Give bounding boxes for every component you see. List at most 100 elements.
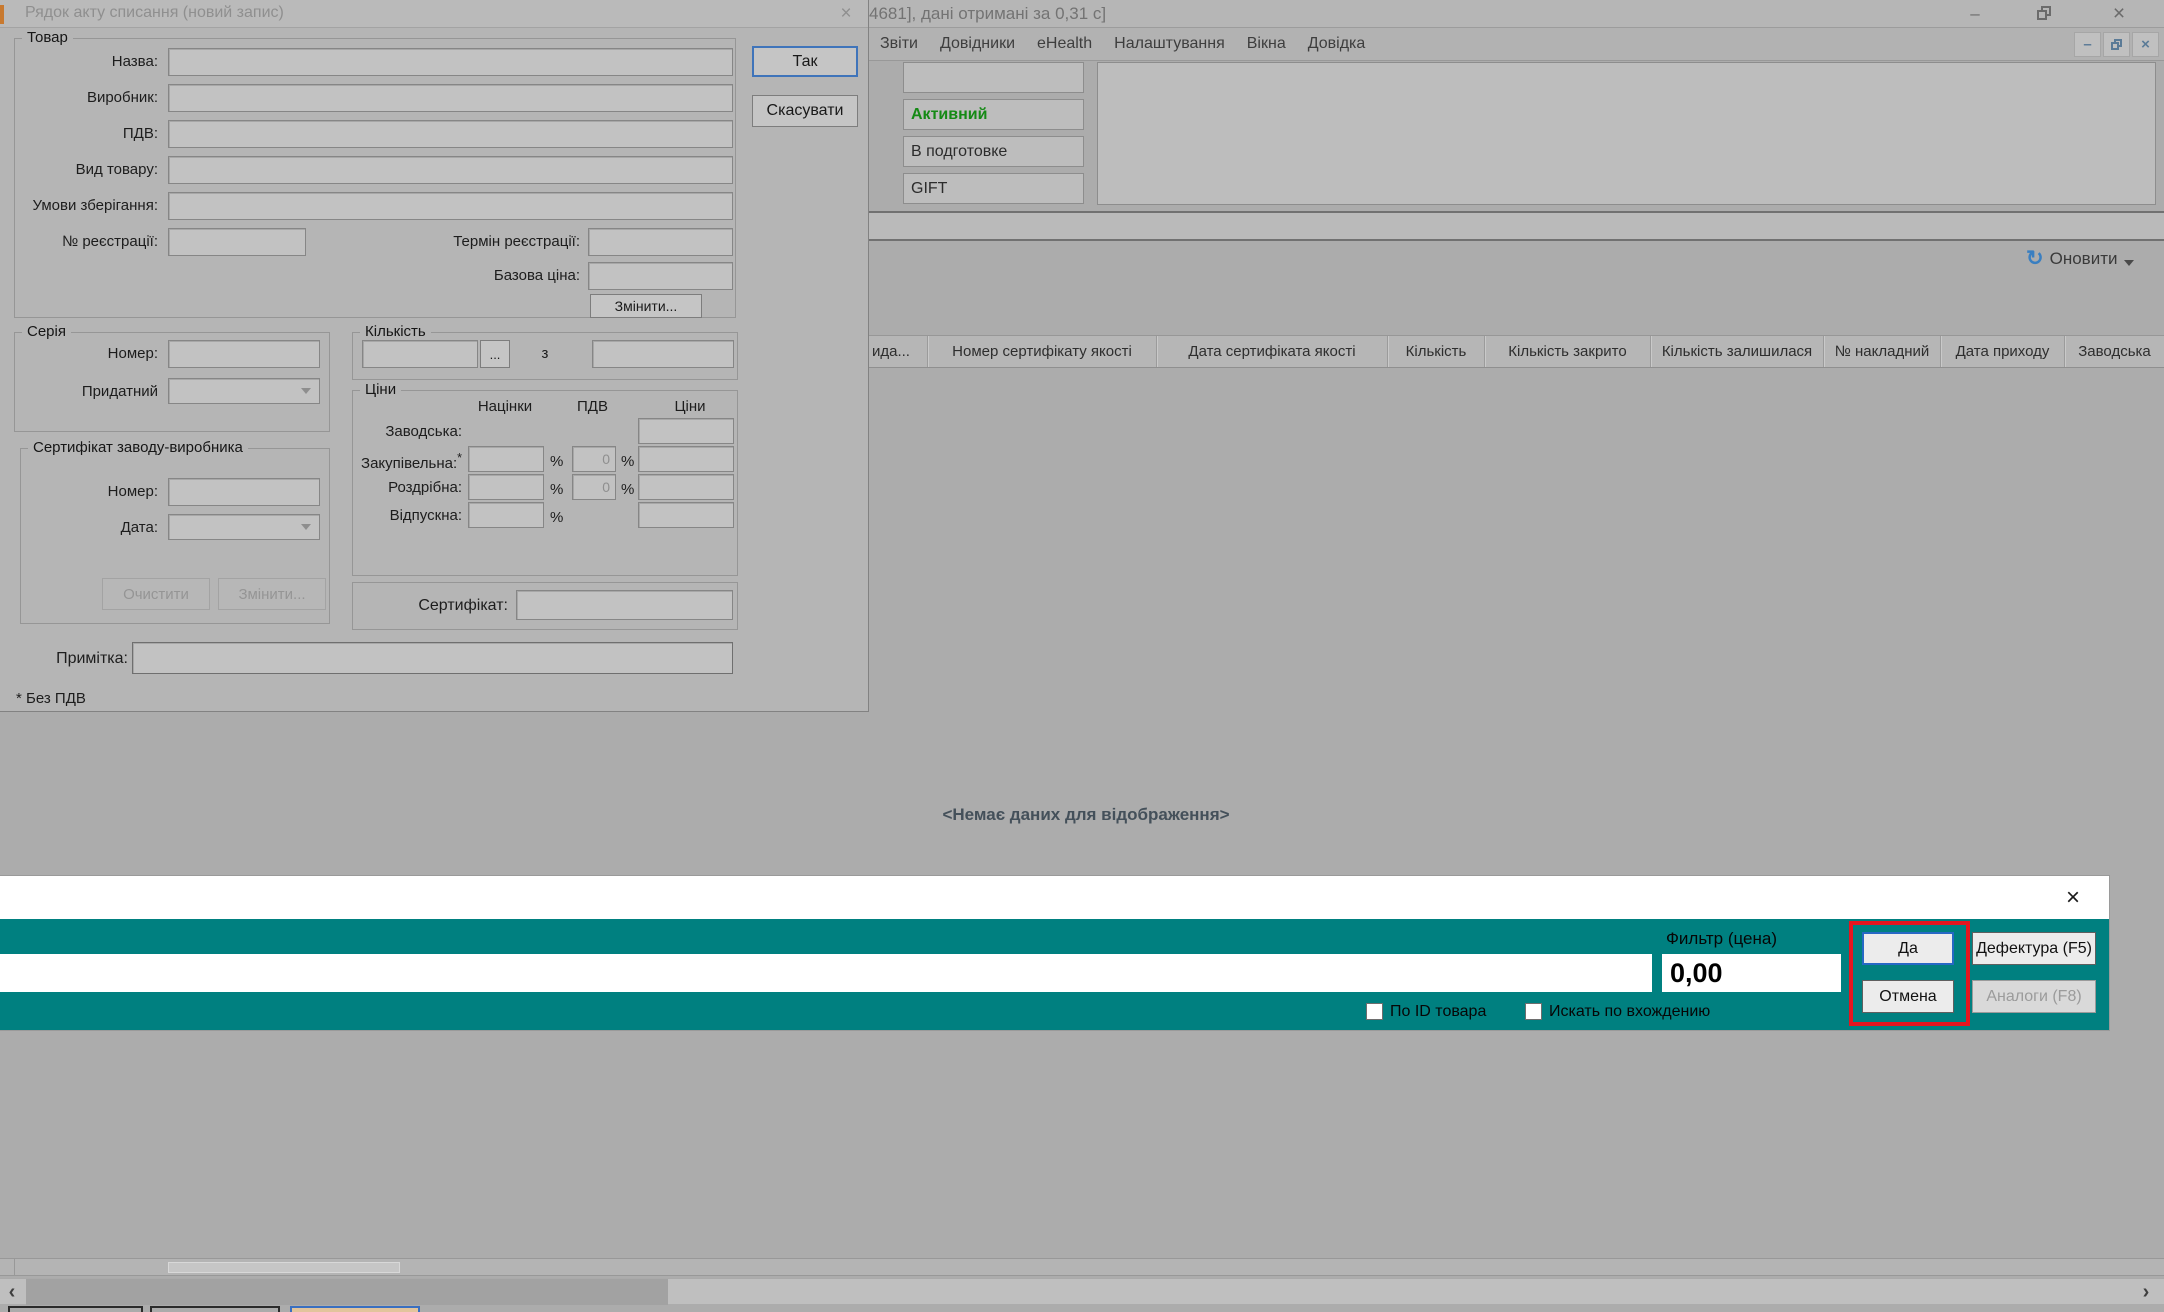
partial-button-2[interactable] <box>150 1306 280 1312</box>
mdi-restore-glyph <box>2111 39 2122 50</box>
purchase-vat-input[interactable]: 0 <box>572 446 616 472</box>
purchase-price-input[interactable] <box>638 446 734 472</box>
menu-item-settings[interactable]: Налаштування <box>1103 35 1236 53</box>
label-purchase-price: Закупівельна:* <box>300 451 462 472</box>
filter-price-label: Фильтр (цена) <box>1666 929 1777 949</box>
ok-button[interactable]: Так <box>752 46 858 77</box>
purchase-text: Закупівельна: <box>361 455 457 472</box>
storage-input[interactable] <box>168 192 733 220</box>
window-minimize-icon[interactable]: – <box>1952 0 1998 28</box>
label-cert-date: Дата: <box>40 519 158 536</box>
change-product-button[interactable]: Змінити... <box>590 294 702 318</box>
retail-markup-input[interactable] <box>468 474 544 500</box>
label-vat: ПДВ: <box>0 125 158 142</box>
quantity-browse-button[interactable]: ... <box>480 340 510 368</box>
product-search-input[interactable] <box>0 954 1652 992</box>
dialog-titlebar[interactable]: Рядок акту списання (новий запис) × <box>0 0 868 28</box>
analogs-button[interactable]: Аналоги (F8) <box>1972 980 2096 1013</box>
series-number-input[interactable] <box>168 340 320 368</box>
horizontal-scrollbar[interactable]: ‹ › <box>0 1278 2164 1304</box>
scrollbar-thumb[interactable] <box>26 1279 668 1305</box>
purchase-markup-input[interactable] <box>468 446 544 472</box>
search-dialog-close-icon[interactable]: × <box>2056 884 2090 912</box>
table-header-cell[interactable]: Дата приходу <box>1941 336 2065 367</box>
by-entry-checkbox[interactable] <box>1525 1003 1542 1020</box>
reg-term-input[interactable] <box>588 228 733 256</box>
mdi-close-icon[interactable]: × <box>2132 32 2159 57</box>
menu-items: Звіти Довідники eHealth Налаштування Вік… <box>869 28 1376 60</box>
table-header-cell[interactable]: № накладний <box>1824 336 1941 367</box>
change-cert-button[interactable]: Змінити... <box>218 578 326 610</box>
menu-item-windows[interactable]: Вікна <box>1236 35 1297 53</box>
table-header-cell[interactable]: Кількість закрито <box>1485 336 1651 367</box>
quantity-total-input[interactable] <box>592 340 734 368</box>
label-product-type: Вид товару: <box>0 161 158 178</box>
scroll-right-icon[interactable]: › <box>2134 1279 2158 1305</box>
refresh-button[interactable]: ↻ Оновити <box>2026 249 2134 269</box>
reg-number-input[interactable] <box>168 228 306 256</box>
table-header-cell[interactable]: Заводська <box>2065 336 2164 367</box>
table-header-cell[interactable]: Кількість залишилася <box>1651 336 1824 367</box>
filter-price-input[interactable] <box>1662 954 1841 992</box>
search-dialog-titlebar: × <box>0 876 2109 919</box>
label-base-price: Базова ціна: <box>382 267 580 284</box>
mdi-restore-icon[interactable] <box>2103 32 2130 57</box>
cert-number-input[interactable] <box>168 478 320 506</box>
chevron-down-icon <box>301 388 311 394</box>
background-toolbar <box>830 211 2164 241</box>
product-type-input[interactable] <box>168 156 733 184</box>
certificate-input[interactable] <box>516 590 733 620</box>
release-price-input[interactable] <box>638 502 734 528</box>
series-valid-combo[interactable] <box>168 378 320 404</box>
label-series-number: Номер: <box>40 345 158 362</box>
label-reg-term: Термін реєстрації: <box>382 233 580 250</box>
highlight-annotation <box>1849 921 1970 1026</box>
column-vat-label: ПДВ <box>565 398 620 415</box>
label-storage: Умови зберігання: <box>0 197 158 214</box>
retail-vat-input[interactable]: 0 <box>572 474 616 500</box>
cancel-button[interactable]: Скасувати <box>752 95 858 127</box>
window-close-icon[interactable]: × <box>2096 0 2142 28</box>
defektura-button[interactable]: Дефектура (F5) <box>1972 932 2096 965</box>
column-prices-label: Ціни <box>650 398 730 415</box>
table-header-cell[interactable]: Дата сертифіката якості <box>1157 336 1388 367</box>
window-restore-icon[interactable] <box>2022 0 2068 28</box>
quantity-input[interactable] <box>362 340 478 368</box>
partial-button-1[interactable] <box>8 1306 143 1312</box>
percent-sign: % <box>621 481 634 498</box>
table-header-cell[interactable]: Номер сертифікату якості <box>928 336 1157 367</box>
background-panel <box>1097 62 2156 205</box>
clear-button[interactable]: Очистити <box>102 578 210 610</box>
label-certificate: Сертифікат: <box>360 597 508 615</box>
label-quantity-of: з <box>535 345 555 362</box>
partial-button-highlighted[interactable] <box>290 1306 420 1312</box>
base-price-input[interactable] <box>588 262 733 290</box>
release-markup-input[interactable] <box>468 502 544 528</box>
dialog-close-icon[interactable]: × <box>833 2 859 26</box>
dialog-edge-icon <box>0 5 4 24</box>
table-header-cell[interactable]: Кількість <box>1388 336 1485 367</box>
manufacturer-input[interactable] <box>168 84 733 112</box>
group-quantity-label: Кількість <box>360 324 431 340</box>
retail-price-input[interactable] <box>638 474 734 500</box>
menu-item-help[interactable]: Довідка <box>1297 35 1377 53</box>
state-value: В подготовке <box>903 136 1084 167</box>
name-input[interactable] <box>168 48 733 76</box>
scroll-left-icon[interactable]: ‹ <box>0 1279 24 1305</box>
refresh-label: Оновити <box>2050 249 2118 269</box>
menu-item-ehealth[interactable]: eHealth <box>1026 35 1103 53</box>
vat-input[interactable] <box>168 120 733 148</box>
label-manufacturer: Виробник: <box>0 89 158 106</box>
note-input[interactable] <box>132 642 733 674</box>
factory-price-input[interactable] <box>638 418 734 444</box>
by-id-checkbox-label: По ID товара <box>1390 1003 1486 1021</box>
mdi-minimize-icon[interactable]: – <box>2074 32 2101 57</box>
group-prices-label: Ціни <box>360 382 401 398</box>
menu-item-reports[interactable]: Звіти <box>869 35 929 53</box>
group-factory-cert-label: Сертифікат заводу-виробника <box>28 440 248 456</box>
cert-date-combo[interactable] <box>168 514 320 540</box>
menu-item-directories[interactable]: Довідники <box>929 35 1026 53</box>
by-id-checkbox[interactable] <box>1366 1003 1383 1020</box>
refresh-dropdown-icon[interactable] <box>2124 260 2134 266</box>
table-header-row: ида... Номер сертифікату якості Дата сер… <box>855 335 2164 368</box>
